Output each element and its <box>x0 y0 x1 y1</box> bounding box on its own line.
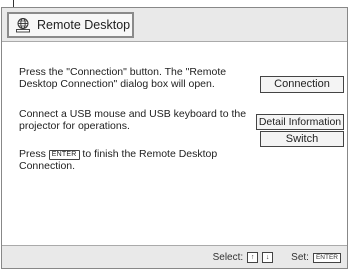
instruction-finish: Press ENTER to finish the Remote Desktop… <box>19 148 259 172</box>
set-label: Set: <box>291 252 309 263</box>
title-bar: Remote Desktop <box>2 8 347 42</box>
instruction-usb: Connect a USB mouse and USB keyboard to … <box>19 108 247 132</box>
content-area: Press the "Connection" button. The "Remo… <box>2 42 347 246</box>
down-arrow-key-icon: ↓ <box>262 252 274 263</box>
key-guide: Select: ↑ ↓ Set: ENTER <box>213 252 341 263</box>
detail-information-button[interactable]: Detail Information <box>256 114 344 130</box>
switch-button[interactable]: Switch <box>260 131 344 147</box>
title-tab: Remote Desktop <box>7 12 134 38</box>
select-label: Select: <box>212 252 244 263</box>
enter-key-icon: ENTER <box>48 150 80 160</box>
globe-icon <box>16 18 30 33</box>
up-arrow-key-icon: ↑ <box>247 252 259 263</box>
connection-button[interactable]: Connection <box>260 76 344 93</box>
window-title: Remote Desktop <box>37 18 131 32</box>
remote-desktop-screen: Remote Desktop Press the "Connection" bu… <box>1 7 348 269</box>
enter-key-icon: ENTER <box>312 252 341 263</box>
instruction-finish-prefix: Press <box>19 148 49 160</box>
instruction-connection: Press the "Connection" button. The "Remo… <box>19 66 227 90</box>
status-bar: Select: ↑ ↓ Set: ENTER <box>2 245 347 268</box>
